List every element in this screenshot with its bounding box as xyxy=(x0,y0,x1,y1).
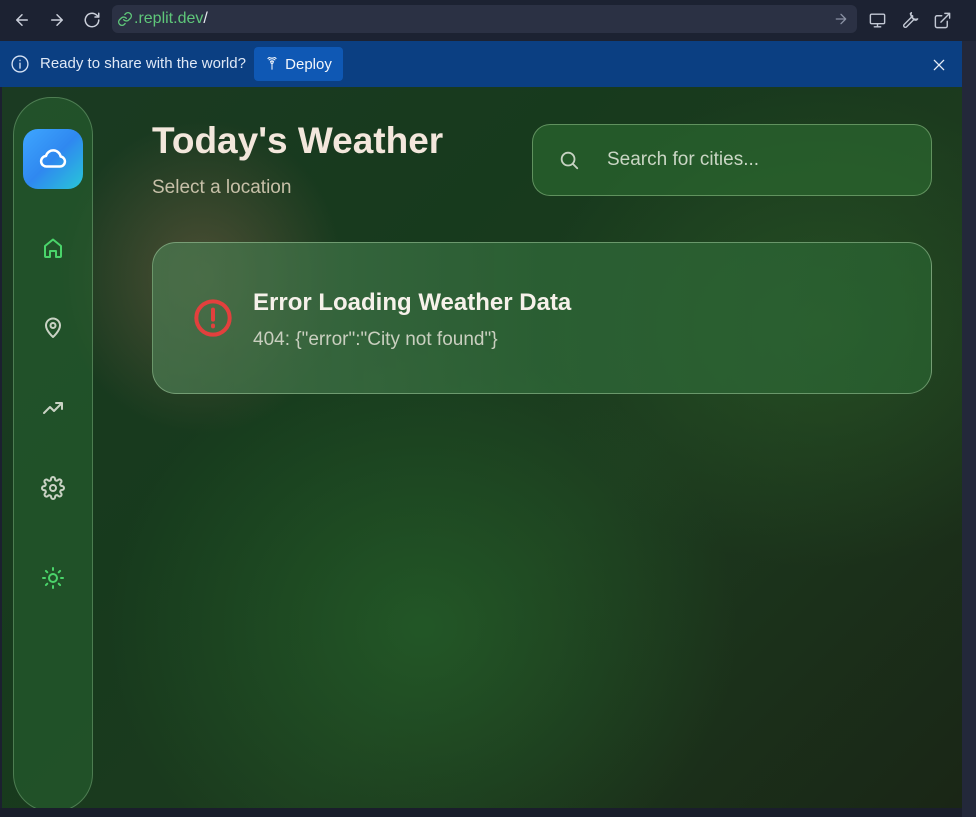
url-domain: .replit.dev xyxy=(134,10,204,27)
map-pin-icon xyxy=(45,317,61,338)
link-icon xyxy=(117,11,133,27)
browser-toolbar: .replit.dev/ xyxy=(0,0,976,41)
sidebar xyxy=(13,97,93,808)
city-search xyxy=(532,124,932,196)
forward-icon[interactable] xyxy=(45,8,69,32)
home-icon xyxy=(44,238,62,258)
weather-app: Today's Weather Select a location Error … xyxy=(2,87,962,808)
address-bar[interactable]: .replit.dev/ xyxy=(112,5,857,33)
sidebar-item-settings[interactable] xyxy=(38,473,68,503)
window-bottom-edge xyxy=(0,808,962,817)
search-input[interactable] xyxy=(607,145,907,175)
reload-icon[interactable] xyxy=(80,8,104,32)
deploy-label: Deploy xyxy=(285,55,332,73)
error-title: Error Loading Weather Data xyxy=(253,289,572,316)
deploy-button[interactable]: Deploy xyxy=(254,47,343,81)
error-card: Error Loading Weather Data 404: {"error"… xyxy=(152,242,932,394)
sun-icon xyxy=(42,567,64,589)
page-title: Today's Weather xyxy=(152,120,444,161)
monitor-icon[interactable] xyxy=(865,8,889,32)
url-text: .replit.dev/ xyxy=(134,10,208,28)
deploy-banner: Ready to share with the world? Deploy xyxy=(0,41,962,87)
deploy-icon xyxy=(267,57,277,70)
sidebar-item-theme[interactable] xyxy=(38,563,68,593)
sidebar-item-locations[interactable] xyxy=(38,313,68,343)
app-logo[interactable] xyxy=(23,129,83,189)
wrench-icon[interactable] xyxy=(898,8,922,32)
error-message: 404: {"error":"City not found"} xyxy=(253,329,498,350)
close-banner-icon[interactable] xyxy=(928,54,950,76)
cloud-icon xyxy=(39,149,67,168)
go-arrow-icon[interactable] xyxy=(833,11,849,27)
sidebar-item-trends[interactable] xyxy=(38,393,68,423)
scrollbar-track[interactable] xyxy=(962,41,976,817)
external-link-icon[interactable] xyxy=(930,8,954,32)
page-subtitle: Select a location xyxy=(152,177,292,198)
alert-circle-icon xyxy=(193,298,233,338)
trending-up-icon xyxy=(43,402,63,414)
sidebar-item-home[interactable] xyxy=(38,233,68,263)
info-icon xyxy=(10,54,30,74)
search-icon xyxy=(558,149,580,171)
banner-message: Ready to share with the world? xyxy=(40,55,246,72)
url-path: / xyxy=(203,10,208,27)
back-icon[interactable] xyxy=(10,8,34,32)
gear-icon xyxy=(41,476,65,500)
